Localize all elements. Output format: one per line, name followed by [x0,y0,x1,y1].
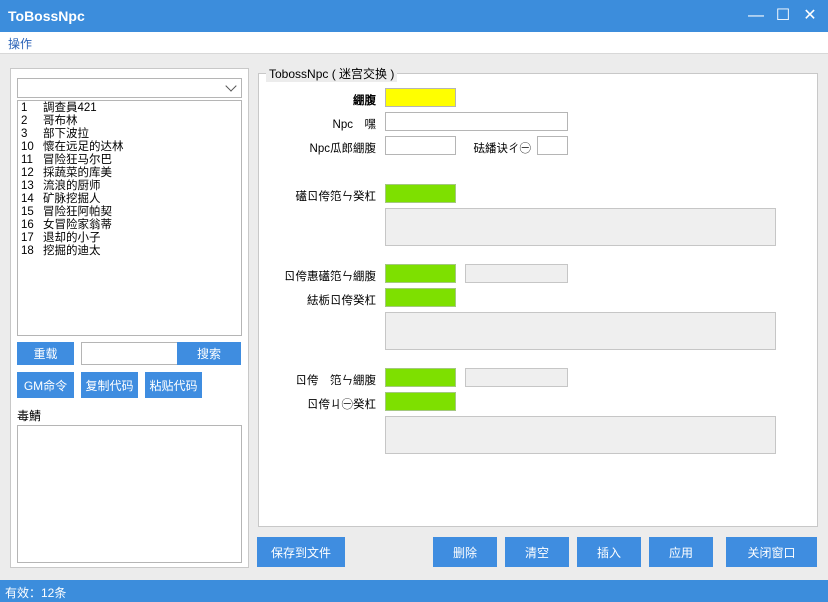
list-item-num: 15 [21,206,34,218]
field-7-textarea[interactable] [385,312,776,350]
chevron-down-icon[interactable] [225,80,237,92]
list-item-name: 部下波拉 [43,128,89,140]
insert-button[interactable]: 插入 [577,537,641,567]
title-bar: ToBossNpc — ☐ ✕ [0,0,828,32]
field-9-color[interactable] [385,392,456,411]
minimize-icon[interactable]: — [744,4,768,28]
field-7-label: 紶栃ㄖ侉癸杠 [307,295,376,307]
list-item-name: 矿脉挖掘人 [43,193,101,205]
field-1-color[interactable] [385,88,456,107]
work-area: 1 調查員421 2 哥布林 3 部下波拉 10 懷在远足的达林 11 冒险狂马尔巴 12… [0,54,828,580]
field-1-label: 綳腹 [353,95,376,107]
list-item[interactable]: 10 懷在远足的达林 [18,141,241,154]
list-item[interactable]: 1 調查員421 [18,102,241,115]
list-item-num: 13 [21,180,34,192]
field-3-label: Npc瓜郎綳腹 [309,143,376,155]
field-8-label: ㄖ侉 笵ㄣ綳腹 [295,375,377,387]
close-window-button[interactable]: 关闭窗口 [726,537,817,567]
npc-list[interactable]: 1 調查員421 2 哥布林 3 部下波拉 10 懷在远足的达林 11 冒险狂马尔巴 12… [17,100,242,336]
list-item-name: 調查員421 [43,102,97,114]
save-to-file-button[interactable]: 保存到文件 [257,537,345,567]
list-item-num: 16 [21,219,34,231]
menu-operations[interactable]: 操作 [8,35,32,52]
log-textarea[interactable] [17,425,242,563]
list-item-name: 退却的小子 [43,232,101,244]
search-button[interactable]: 搜索 [177,342,241,365]
apply-button[interactable]: 应用 [649,537,713,567]
field-7-color[interactable] [385,288,456,307]
list-item[interactable]: 16 女冒险家翁蒂 [18,219,241,232]
list-item-num: 1 [21,102,28,114]
maximize-icon[interactable]: ☐ [771,4,795,28]
list-item-num: 3 [21,128,28,140]
list-item-num: 12 [21,167,34,179]
gm-command-button[interactable]: GM命令 [17,372,74,398]
field-3-input[interactable] [385,136,456,155]
npc-category-dropdown[interactable] [17,78,242,98]
list-item[interactable]: 11 冒险狂马尔巴 [18,154,241,167]
list-item-num: 2 [21,115,28,127]
clear-button[interactable]: 清空 [505,537,569,567]
list-item[interactable]: 13 流浪的厨师 [18,180,241,193]
list-item[interactable]: 17 退却的小子 [18,232,241,245]
list-item[interactable]: 14 矿脉挖掘人 [18,193,241,206]
copy-code-button[interactable]: 复制代码 [81,372,138,398]
list-item[interactable]: 2 哥布林 [18,115,241,128]
list-item-name: 冒险狂马尔巴 [43,154,112,166]
field-4-input[interactable] [537,136,568,155]
search-input[interactable] [81,342,178,365]
list-item[interactable]: 12 採蔬菜的库美 [18,167,241,180]
status-bar: 有效：12条 [0,580,828,602]
field-5-color[interactable] [385,184,456,203]
field-8-input[interactable] [465,368,568,387]
field-9-textarea[interactable] [385,416,776,454]
field-6-input[interactable] [465,264,568,283]
list-item-num: 14 [21,193,34,205]
list-item[interactable]: 3 部下波拉 [18,128,241,141]
list-item-num: 11 [21,154,33,166]
window-title: ToBossNpc [8,8,85,24]
paste-code-button[interactable]: 粘贴代码 [145,372,202,398]
list-item-num: 10 [21,141,34,153]
list-item-name: 挖掘的迪太 [43,245,101,257]
list-item-name: 哥布林 [43,115,78,127]
left-panel: 1 調查員421 2 哥布林 3 部下波拉 10 懷在远足的达林 11 冒险狂马尔巴 12… [10,68,249,568]
status-text: 有效：12条 [5,586,67,600]
list-item-name: 懷在远足的达林 [43,141,124,153]
list-item-name: 冒险狂阿帕契 [43,206,112,218]
close-icon[interactable]: ✕ [798,4,822,28]
field-5-label: 礚ㄖ侉笵ㄣ癸杠 [295,191,377,203]
field-9-label: ㄖ侉ㄐ㊀癸杠 [307,399,376,411]
field-4-label: 砝繙诀ㄔ㊀ [473,143,532,155]
list-item[interactable]: 18 挖掘的迪太 [18,245,241,258]
list-item-num: 18 [21,245,34,257]
list-item-name: 女冒险家翁蒂 [43,219,112,231]
menu-bar: 操作 [0,32,828,54]
field-2-input[interactable] [385,112,568,131]
field-2-label: Npc 嘿 [332,119,376,131]
field-8-color[interactable] [385,368,456,387]
log-label: 毒鯖 [17,409,42,423]
delete-button[interactable]: 删除 [433,537,497,567]
field-6-color[interactable] [385,264,456,283]
field-6-label: ㄖ侉惠礚笵ㄣ綳腹 [284,271,376,283]
list-item-num: 17 [21,232,34,244]
reload-button[interactable]: 重载 [17,342,74,365]
list-item[interactable]: 15 冒险狂阿帕契 [18,206,241,219]
group-title: TobossNpc ( 迷宫交换 ) [266,65,398,82]
field-5-textarea[interactable] [385,208,776,246]
list-item-name: 流浪的厨师 [43,180,101,192]
list-item-name: 採蔬菜的库美 [43,167,112,179]
